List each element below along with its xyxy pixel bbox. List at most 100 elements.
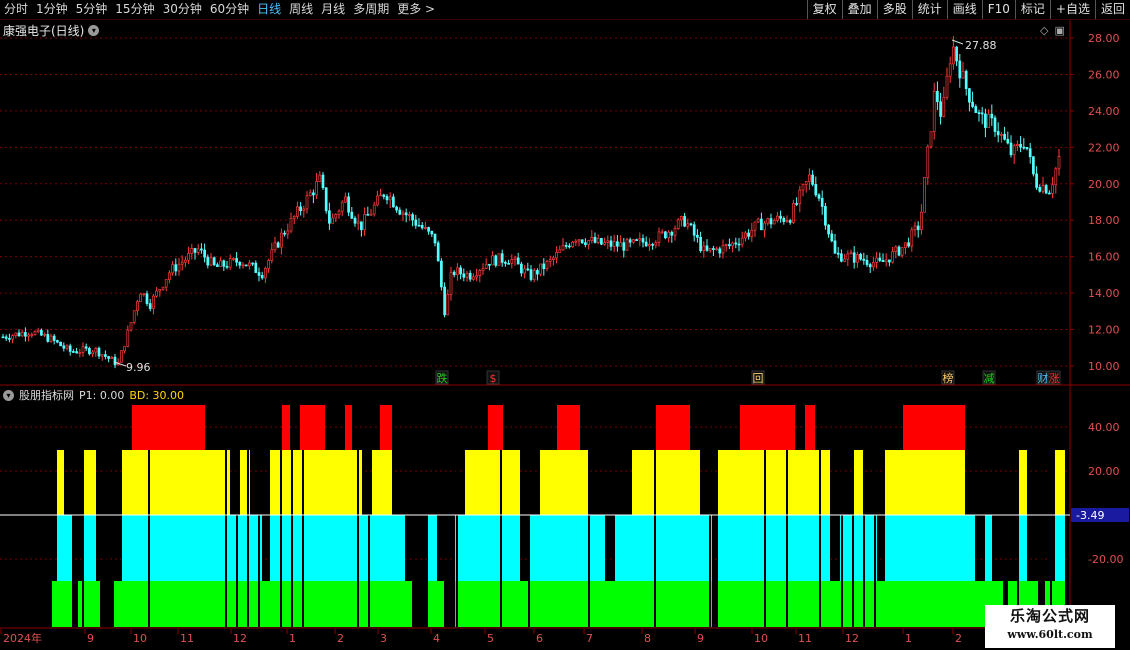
candle-body <box>385 196 389 201</box>
band-green <box>132 581 205 627</box>
candle-body <box>27 334 30 337</box>
candle-body <box>468 272 472 280</box>
signal-box <box>751 370 765 385</box>
band-yellow <box>852 450 865 515</box>
band-green <box>852 581 865 627</box>
band-green <box>700 581 712 627</box>
candle-body <box>833 240 837 254</box>
candle-body <box>408 214 411 216</box>
toolbar-button[interactable]: 标记 <box>1014 0 1050 19</box>
band-cyan <box>488 515 503 581</box>
signal-label: 涨 <box>1049 372 1060 385</box>
candle-body <box>734 242 738 245</box>
band-yellow <box>132 450 205 515</box>
chevron-down-icon[interactable]: ▾ <box>3 389 14 401</box>
band-yellow <box>740 450 795 515</box>
candle-body <box>123 346 126 352</box>
candle-body <box>676 219 680 229</box>
candle-body <box>1038 187 1042 192</box>
band-green <box>885 581 903 627</box>
candle-body <box>225 265 229 268</box>
watermark: 乐淘公式网 www.60lt.com <box>985 605 1115 648</box>
band-yellow <box>372 450 380 515</box>
period-tab[interactable]: 60分钟 <box>206 0 253 19</box>
candle-body <box>75 351 78 354</box>
candle-body <box>609 240 613 247</box>
candle-body <box>136 301 139 312</box>
toolbar-button[interactable]: 多股 <box>876 0 912 19</box>
candle-body <box>683 216 686 227</box>
period-tab[interactable]: 多周期 <box>349 0 393 19</box>
period-tab[interactable]: 1分钟 <box>32 0 72 19</box>
candle-body <box>100 354 104 357</box>
candle-body <box>340 201 344 212</box>
candle-body <box>132 310 136 323</box>
band-cyan <box>352 515 362 581</box>
toolbar-button[interactable]: 复权 <box>806 0 842 19</box>
period-tab[interactable]: 周线 <box>285 0 317 19</box>
period-tab[interactable]: 30分钟 <box>159 0 206 19</box>
band-cyan <box>122 515 132 581</box>
watermark-title: 乐淘公式网 <box>1009 607 1090 625</box>
candle-body <box>360 221 363 231</box>
candle-body <box>312 192 315 196</box>
toolbar-button[interactable]: 返回 <box>1094 0 1130 19</box>
candle-body <box>452 271 456 276</box>
x-tick-label: 10 <box>754 632 768 645</box>
candle-body <box>404 212 408 216</box>
candle-body <box>548 259 552 262</box>
period-tab[interactable]: 更多 > <box>393 0 439 19</box>
candle-body <box>158 289 162 292</box>
candle-body <box>523 268 526 274</box>
maximize-icon[interactable]: ▣ <box>1054 24 1064 37</box>
signal-box <box>941 370 955 385</box>
band-cyan <box>205 515 216 581</box>
band-cyan <box>840 515 852 581</box>
toolbar-button[interactable]: +自选 <box>1049 0 1095 19</box>
candle-body <box>830 233 834 242</box>
candle-body <box>772 220 776 225</box>
band-green <box>465 581 488 627</box>
candle-body <box>814 184 818 196</box>
candle-body <box>670 231 674 236</box>
candle-body <box>868 264 872 268</box>
candle-body <box>59 341 62 347</box>
band-green <box>740 581 795 627</box>
period-tab[interactable]: 15分钟 <box>111 0 158 19</box>
band-gap <box>819 450 821 627</box>
period-tab[interactable]: 5分钟 <box>72 0 112 19</box>
candle-body <box>411 214 414 221</box>
diamond-icon[interactable]: ◇ <box>1040 24 1048 37</box>
candle-body <box>1032 156 1035 175</box>
candle-body <box>88 347 91 355</box>
chevron-down-icon[interactable]: ▾ <box>88 25 100 36</box>
candle-body <box>308 192 312 197</box>
band-green <box>975 581 985 627</box>
toolbar-button[interactable]: 叠加 <box>841 0 877 19</box>
period-tab[interactable]: 日线 <box>253 0 285 19</box>
candle-body <box>148 303 152 309</box>
candle-body <box>289 217 293 232</box>
candle-body <box>577 239 581 242</box>
candle-body <box>372 204 376 215</box>
band-green <box>64 581 72 627</box>
band-cyan <box>282 515 290 581</box>
toolbar-button[interactable]: 统计 <box>911 0 947 19</box>
period-tab[interactable]: 月线 <box>317 0 349 19</box>
band-green <box>335 581 345 627</box>
period-tab[interactable]: 分时 <box>0 0 32 19</box>
band-red <box>488 405 503 450</box>
band-gap <box>82 450 84 627</box>
toolbar-button[interactable]: 画线 <box>946 0 982 19</box>
candle-body <box>260 275 264 279</box>
candle-body <box>97 347 101 357</box>
signal-box <box>1036 370 1050 385</box>
band-yellow <box>540 450 557 515</box>
candle-body <box>254 262 258 273</box>
candle-body <box>1044 185 1048 194</box>
x-tick-label: 1 <box>905 632 912 645</box>
candle-body <box>216 264 219 267</box>
candle-body <box>852 252 856 263</box>
toolbar-button[interactable]: F10 <box>981 0 1015 19</box>
candle-body <box>756 218 760 223</box>
